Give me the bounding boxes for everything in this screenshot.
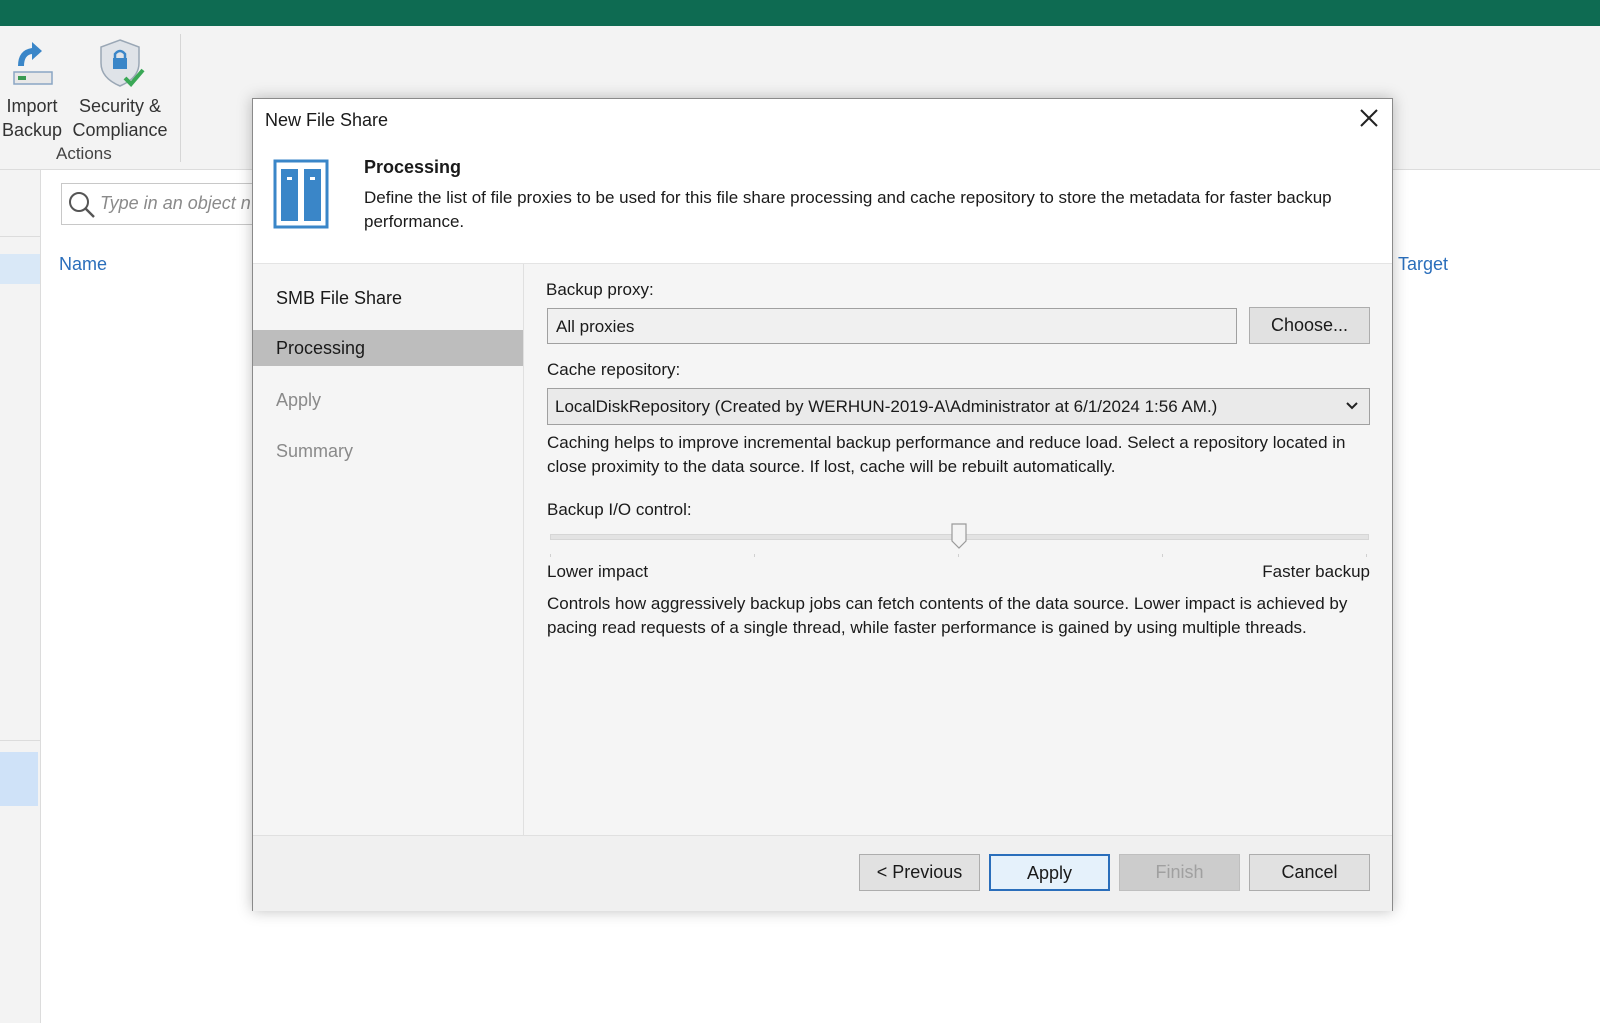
backup-proxy-label: Backup proxy: (546, 280, 654, 299)
cache-repository-select[interactable]: LocalDiskRepository (Created by WERHUN-2… (547, 388, 1370, 425)
chevron-down-icon (1345, 389, 1359, 437)
import-label-1: Import (6, 96, 58, 116)
search-placeholder: Type in an object n (100, 193, 251, 213)
io-help-text: Controls how aggressively backup jobs ca… (547, 594, 1348, 637)
column-header-target[interactable]: Target (1398, 254, 1448, 275)
previous-button[interactable]: < Previous (859, 854, 980, 891)
import-label-2: Backup (2, 120, 63, 140)
io-control-label: Backup I/O control: (547, 500, 692, 519)
import-backup-button[interactable]: Import Backup (2, 38, 62, 142)
finish-button: Finish (1119, 854, 1240, 891)
ribbon-separator (180, 34, 181, 162)
import-arrow-icon (13, 42, 53, 85)
step-description: Define the list of file proxies to be us… (364, 188, 1332, 231)
nav-highlight[interactable] (0, 254, 40, 284)
step-apply: Apply (276, 390, 322, 410)
backup-proxy-field[interactable]: All proxies (547, 308, 1237, 344)
cache-repository-value: LocalDiskRepository (Created by WERHUN-2… (555, 397, 1218, 416)
dialog-title: New File Share (265, 110, 389, 130)
divider (0, 236, 40, 237)
column-header-name[interactable]: Name (59, 254, 107, 275)
dialog-footer: < Previous Apply Finish Cancel (253, 835, 1392, 911)
io-low-label: Lower impact (547, 562, 649, 581)
wizard-steps: SMB File Share Processing Apply Summary (253, 264, 524, 835)
step-title: Processing (364, 157, 462, 177)
security-label-2: Compliance (72, 120, 168, 140)
dialog-body: SMB File Share Processing Apply Summary … (253, 263, 1392, 835)
nav-selected-item[interactable] (0, 752, 38, 806)
slider-ticks (550, 554, 1367, 557)
divider (0, 740, 40, 741)
shield-check-icon (100, 39, 145, 87)
security-label-1: Security & (78, 96, 162, 116)
step-content: Backup proxy: All proxies Choose... Cach… (524, 264, 1392, 835)
step-smb-file-share[interactable]: SMB File Share (253, 280, 523, 316)
search-icon (69, 192, 95, 218)
cache-help-text: Caching helps to improve incremental bac… (547, 433, 1346, 476)
app-titlebar (0, 0, 1600, 26)
apply-button[interactable]: Apply (989, 854, 1110, 891)
io-control-thumb[interactable] (950, 523, 967, 549)
file-share-icon (273, 159, 329, 234)
step-processing[interactable]: Processing (253, 330, 523, 366)
ribbon-group-actions: Actions (56, 144, 112, 163)
new-file-share-dialog: New File Share Processing Define the lis… (252, 98, 1393, 911)
step-summary: Summary (276, 441, 354, 461)
io-high-label: Faster backup (1262, 562, 1370, 581)
cache-repository-label: Cache repository: (547, 360, 681, 379)
cancel-button[interactable]: Cancel (1249, 854, 1370, 891)
close-button[interactable] (1356, 107, 1382, 133)
close-icon (1360, 109, 1378, 127)
choose-button[interactable]: Choose... (1249, 307, 1370, 344)
navigation-strip (0, 170, 41, 1023)
security-compliance-button[interactable]: Security & Compliance (68, 38, 172, 142)
